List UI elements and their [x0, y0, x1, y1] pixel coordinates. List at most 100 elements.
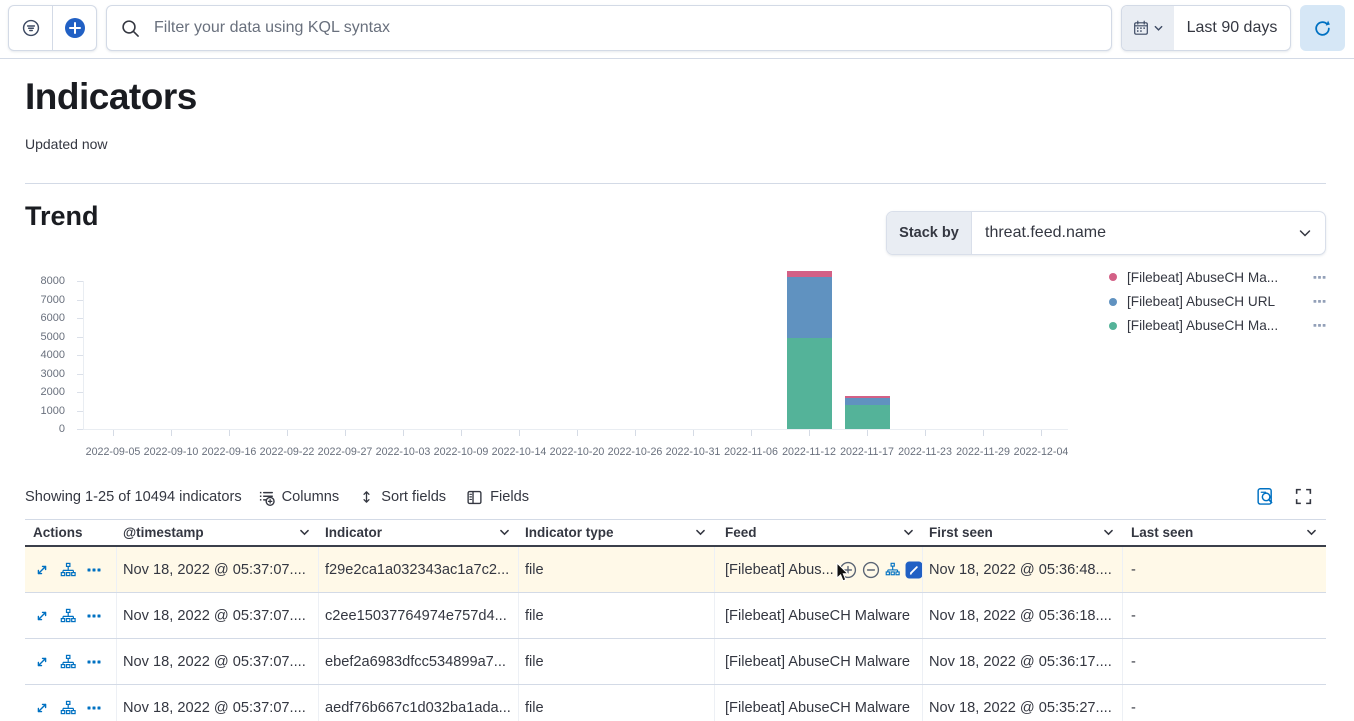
cell-timestamp[interactable]: Nov 18, 2022 @ 05:37:07....: [117, 593, 319, 638]
cell-indicator[interactable]: f29e2ca1a032343ac1a7c2...: [319, 547, 519, 592]
saved-query-menu-button[interactable]: [9, 6, 52, 50]
investigate-timeline-button[interactable]: [60, 562, 76, 578]
header-feed[interactable]: Feed: [715, 520, 923, 545]
header-indicator[interactable]: Indicator: [319, 520, 519, 545]
table-row[interactable]: Nov 18, 2022 @ 05:37:07.... c2ee15037764…: [25, 593, 1326, 639]
chevron-down-icon[interactable]: [298, 526, 311, 539]
inspect-button[interactable]: [1251, 482, 1279, 510]
cell-indicator-type[interactable]: file: [519, 685, 715, 721]
sort-fields-label: Sort fields: [381, 489, 446, 505]
legend-label: [Filebeat] AbuseCH Ma...: [1127, 270, 1307, 285]
cell-indicator-type[interactable]: file: [519, 593, 715, 638]
fields-button[interactable]: Fields: [466, 489, 529, 506]
y-axis-label: 8000: [25, 274, 65, 288]
investigate-timeline-button[interactable]: [60, 700, 76, 716]
header-last-seen[interactable]: Last seen: [1123, 520, 1326, 545]
cell-feed[interactable]: [Filebeat] AbuseCH Malware: [715, 593, 923, 638]
legend-item[interactable]: [Filebeat] AbuseCH Ma...: [1103, 314, 1326, 338]
cell-feed[interactable]: [Filebeat] Abus...: [715, 547, 923, 592]
legend-actions-button[interactable]: [1313, 296, 1326, 307]
page-title: Indicators: [25, 76, 197, 118]
table-row[interactable]: Nov 18, 2022 @ 05:37:07.... ebef2a6983df…: [25, 639, 1326, 685]
chart-x-axis-line: [83, 429, 1068, 430]
filter-in-circle-icon: [22, 19, 40, 37]
cell-indicator[interactable]: aedf76b667c1d032ba1ada...: [319, 685, 519, 721]
cell-timestamp[interactable]: Nov 18, 2022 @ 05:37:07....: [117, 685, 319, 721]
row-actions: [33, 654, 102, 670]
columns-button[interactable]: Columns: [258, 489, 340, 506]
kql-search-bar: [106, 5, 1112, 51]
sort-fields-button[interactable]: Sort fields: [359, 489, 446, 505]
cell-indicator-type[interactable]: file: [519, 639, 715, 684]
boxes-horizontal-icon: [86, 700, 102, 716]
cell-feed[interactable]: [Filebeat] AbuseCH Malware: [715, 685, 923, 721]
more-actions-button[interactable]: [86, 700, 102, 716]
chevron-down-icon[interactable]: [498, 526, 511, 539]
y-axis-label: 0: [25, 422, 65, 436]
legend-actions-button[interactable]: [1313, 320, 1326, 331]
add-filter-button[interactable]: [52, 6, 96, 50]
cell-indicator[interactable]: ebef2a6983dfcc534899a7...: [319, 639, 519, 684]
cell-first-seen[interactable]: Nov 18, 2022 @ 05:36:18....: [923, 593, 1123, 638]
bar-segment[interactable]: [845, 396, 890, 398]
legend-actions-button[interactable]: [1313, 272, 1326, 283]
cell-timestamp[interactable]: Nov 18, 2022 @ 05:37:07....: [117, 639, 319, 684]
cell-indicator-type[interactable]: file: [519, 547, 715, 592]
bar-segment[interactable]: [845, 398, 890, 405]
investigate-timeline-button[interactable]: [60, 608, 76, 624]
more-actions-button[interactable]: [86, 608, 102, 624]
mouse-cursor: [836, 563, 850, 584]
cell-last-seen[interactable]: -: [1123, 547, 1326, 592]
bar-segment[interactable]: [787, 338, 832, 429]
header-timestamp[interactable]: @timestamp: [117, 520, 319, 545]
investigate-timeline-button[interactable]: [60, 654, 76, 670]
more-actions-button[interactable]: [86, 654, 102, 670]
add-to-timeline-button[interactable]: [905, 561, 923, 579]
filter-out-button[interactable]: [862, 561, 880, 579]
cell-first-seen[interactable]: Nov 18, 2022 @ 05:35:27....: [923, 685, 1123, 721]
y-axis-tick: [77, 392, 83, 393]
legend-item[interactable]: [Filebeat] AbuseCH URL: [1103, 289, 1326, 313]
fullscreen-button[interactable]: [1289, 482, 1317, 510]
x-axis-label: 2022-12-04: [1005, 446, 1077, 458]
expand-row-button[interactable]: [34, 608, 50, 624]
legend-item[interactable]: [Filebeat] AbuseCH Ma...: [1103, 265, 1326, 289]
x-axis-tick: [867, 430, 868, 436]
stack-by-select[interactable]: Stack by threat.feed.name: [886, 211, 1326, 255]
chevron-down-icon[interactable]: [1102, 526, 1115, 539]
quick-select-date-button[interactable]: [1122, 6, 1174, 50]
investigate-timeline-button[interactable]: [885, 562, 900, 577]
bar-segment[interactable]: [787, 271, 832, 277]
cell-feed[interactable]: [Filebeat] AbuseCH Malware: [715, 639, 923, 684]
cell-timestamp[interactable]: Nov 18, 2022 @ 05:37:07....: [117, 547, 319, 592]
chevron-down-icon[interactable]: [1305, 526, 1318, 539]
bar-segment[interactable]: [845, 405, 890, 429]
header-indicator-type[interactable]: Indicator type: [519, 520, 715, 545]
table-row[interactable]: Nov 18, 2022 @ 05:37:07.... f29e2ca1a032…: [25, 547, 1326, 593]
kql-search-input[interactable]: [152, 18, 1111, 38]
cell-feed-text: [Filebeat] AbuseCH Malware: [725, 700, 910, 716]
cell-last-seen[interactable]: -: [1123, 685, 1326, 721]
header-first-seen[interactable]: First seen: [923, 520, 1123, 545]
date-range-value-button[interactable]: Last 90 days: [1174, 6, 1290, 50]
cell-last-seen[interactable]: -: [1123, 593, 1326, 638]
cell-last-seen[interactable]: -: [1123, 639, 1326, 684]
more-actions-button[interactable]: [86, 562, 102, 578]
chevron-down-icon[interactable]: [902, 526, 915, 539]
feed-hover-actions: [839, 561, 923, 579]
indicators-page: Last 90 days Indicators Updated now Tren…: [0, 0, 1354, 721]
expand-row-button[interactable]: [34, 562, 50, 578]
bar-segment[interactable]: [787, 277, 832, 338]
chevron-down-icon[interactable]: [694, 526, 707, 539]
cell-first-seen[interactable]: Nov 18, 2022 @ 05:36:17....: [923, 639, 1123, 684]
expand-row-button[interactable]: [34, 700, 50, 716]
results-summary: Showing 1-25 of 10494 indicators: [25, 489, 242, 505]
chevron-down-icon: [1297, 212, 1325, 254]
expand-row-button[interactable]: [34, 654, 50, 670]
cell-indicator[interactable]: c2ee15037764974e757d4...: [319, 593, 519, 638]
table-row[interactable]: Nov 18, 2022 @ 05:37:07.... aedf76b667c1…: [25, 685, 1326, 721]
indicators-table: Actions @timestamp Indicator Indicator t…: [25, 519, 1326, 721]
legend-label: [Filebeat] AbuseCH URL: [1127, 294, 1307, 309]
cell-first-seen[interactable]: Nov 18, 2022 @ 05:36:48....: [923, 547, 1123, 592]
refresh-button[interactable]: [1300, 5, 1345, 51]
